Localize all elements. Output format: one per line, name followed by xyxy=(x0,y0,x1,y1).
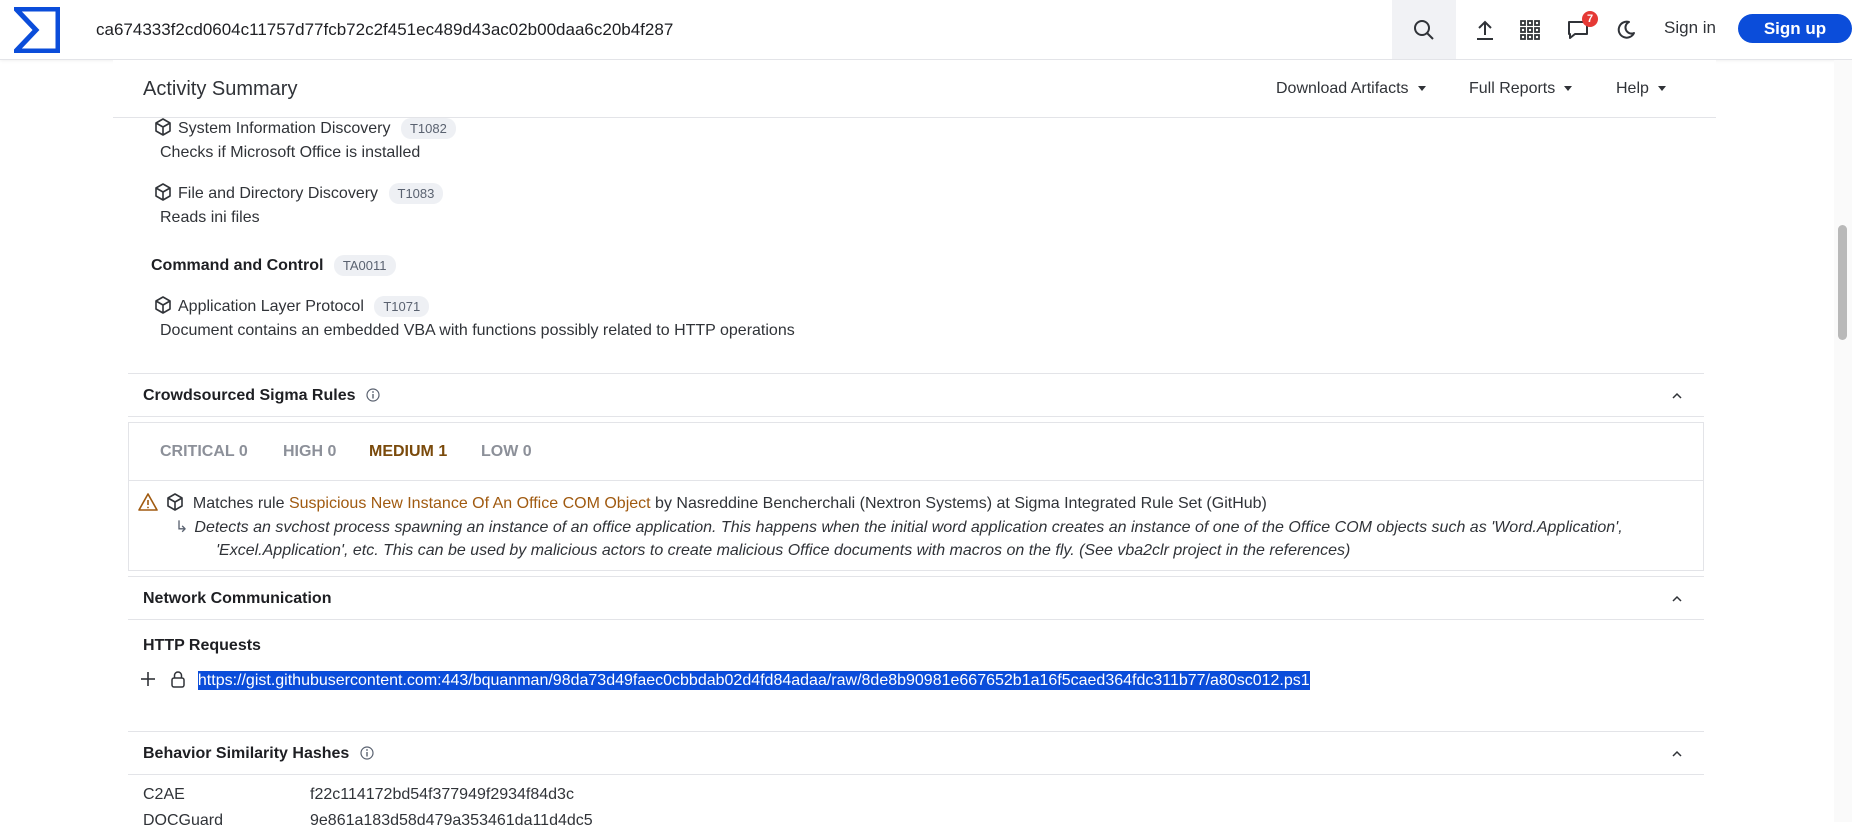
sigma-rule-match: Matches rule Suspicious New Instance Of … xyxy=(138,493,1267,513)
help-menu[interactable]: Help xyxy=(1616,80,1666,98)
network-communication-title: Network Communication xyxy=(143,590,332,607)
hash-key: C2AE xyxy=(143,786,185,803)
technique-row: File and Directory Discovery T1083 xyxy=(154,183,444,204)
technique-name: File and Directory Discovery xyxy=(178,185,379,202)
notification-badge: 7 xyxy=(1582,11,1598,27)
cube-icon xyxy=(155,296,171,314)
caret-down-icon xyxy=(1417,86,1426,92)
theme-toggle[interactable] xyxy=(1610,14,1642,46)
download-artifacts-menu[interactable]: Download Artifacts xyxy=(1276,80,1426,98)
search-input[interactable] xyxy=(96,9,1396,50)
sigma-rules-section-header[interactable]: Crowdsourced Sigma Rules xyxy=(128,373,1704,417)
technique-name: Application Layer Protocol xyxy=(178,298,364,315)
rule-description-line1: ↳ Detects an svchost process spawning an … xyxy=(175,517,1623,537)
cube-icon xyxy=(155,183,171,201)
technique-description: Reads ini files xyxy=(160,209,260,226)
info-icon[interactable] xyxy=(360,746,374,760)
notifications-button[interactable]: 7 xyxy=(1562,11,1598,46)
sigma-rules-title-text: Crowdsourced Sigma Rules xyxy=(143,387,356,404)
top-bar: 7 Sign in Sign up xyxy=(0,0,1852,60)
technique-id-tag[interactable]: T1083 xyxy=(388,183,444,204)
activity-summary-header: Activity Summary Download Artifacts Full… xyxy=(113,60,1716,118)
http-request-row: https://gist.githubusercontent.com:443/b… xyxy=(139,670,1310,690)
sign-up-button[interactable]: Sign up xyxy=(1738,14,1852,43)
technique-description: Checks if Microsoft Office is installed xyxy=(160,144,421,161)
hash-key: DOCGuard xyxy=(143,812,224,829)
tab-low[interactable]: LOW 0 xyxy=(481,443,532,461)
tactic-name: Command and Control xyxy=(151,257,324,274)
full-reports-menu[interactable]: Full Reports xyxy=(1469,80,1573,98)
chevron-up-icon[interactable] xyxy=(1672,749,1682,759)
upload-button[interactable] xyxy=(1469,14,1501,46)
tab-critical[interactable]: CRITICAL 0 xyxy=(160,443,248,461)
warning-icon xyxy=(138,493,158,511)
plus-icon[interactable] xyxy=(139,670,157,688)
sign-in-link[interactable]: Sign in xyxy=(1664,18,1716,38)
rule-prefix: Matches rule xyxy=(192,495,285,512)
hash-value[interactable]: 9e861a183d58d479a353461da11d4dc5 xyxy=(310,812,593,830)
scrollbar-thumb[interactable] xyxy=(1838,225,1847,340)
chevron-up-icon[interactable] xyxy=(1672,594,1682,604)
search-button[interactable] xyxy=(1392,0,1456,59)
lock-icon xyxy=(171,671,186,688)
technique-row: System Information Discovery T1082 xyxy=(154,118,456,139)
tab-medium[interactable]: MEDIUM 1 xyxy=(369,443,447,461)
search-icon xyxy=(1414,19,1434,40)
behavior-hashes-title-text: Behavior Similarity Hashes xyxy=(143,745,350,762)
full-reports-label: Full Reports xyxy=(1469,80,1556,97)
technique-description: Document contains an embedded VBA with f… xyxy=(160,322,795,339)
download-artifacts-label: Download Artifacts xyxy=(1276,80,1409,97)
caret-down-icon xyxy=(1564,86,1573,92)
network-communication-section-header[interactable]: Network Communication xyxy=(128,576,1704,620)
tactic-row: Command and Control TA0011 xyxy=(151,255,396,276)
apps-button[interactable] xyxy=(1514,14,1546,46)
cube-icon xyxy=(155,118,171,136)
http-requests-title: HTTP Requests xyxy=(143,637,261,654)
tab-high[interactable]: HIGH 0 xyxy=(283,443,336,461)
sigma-rules-panel: CRITICAL 0 HIGH 0 MEDIUM 1 LOW 0 Matches… xyxy=(128,422,1704,571)
http-request-url[interactable]: https://gist.githubusercontent.com:443/b… xyxy=(197,671,1310,690)
caret-down-icon xyxy=(1657,86,1666,92)
rule-suffix: by Nasreddine Bencherchali (Nextron Syst… xyxy=(655,495,1267,512)
sigma-rules-title: Crowdsourced Sigma Rules xyxy=(143,387,380,405)
divider xyxy=(129,480,1703,481)
tactic-id-tag[interactable]: TA0011 xyxy=(333,255,396,276)
rule-description-line2: 'Excel.Application', etc. This can be us… xyxy=(216,542,1351,559)
upload-icon xyxy=(1477,20,1493,40)
virustotal-logo[interactable] xyxy=(12,5,62,55)
page-scrollbar[interactable] xyxy=(1834,60,1852,822)
help-label: Help xyxy=(1616,80,1649,97)
technique-row: Application Layer Protocol T1071 xyxy=(154,296,430,317)
sigma-rule-link[interactable]: Suspicious New Instance Of An Office COM… xyxy=(289,495,651,512)
technique-name: System Information Discovery xyxy=(178,120,391,137)
behavior-hashes-section-header[interactable]: Behavior Similarity Hashes xyxy=(128,731,1704,775)
behavior-hashes-title: Behavior Similarity Hashes xyxy=(143,745,374,763)
grid-icon xyxy=(1520,20,1540,40)
chevron-up-icon[interactable] xyxy=(1672,391,1682,401)
rule-description-text: Detects an svchost process spawning an i… xyxy=(194,519,1623,536)
info-icon[interactable] xyxy=(366,388,380,402)
hash-value[interactable]: f22c114172bd54f377949f2934f84d3c xyxy=(310,786,574,804)
moon-icon xyxy=(1617,20,1635,39)
activity-summary-title: Activity Summary xyxy=(143,78,298,100)
cube-icon xyxy=(167,493,184,511)
technique-id-tag[interactable]: T1082 xyxy=(400,118,456,139)
subdirectory-arrow-icon: ↳ xyxy=(175,519,189,536)
technique-id-tag[interactable]: T1071 xyxy=(374,296,430,317)
